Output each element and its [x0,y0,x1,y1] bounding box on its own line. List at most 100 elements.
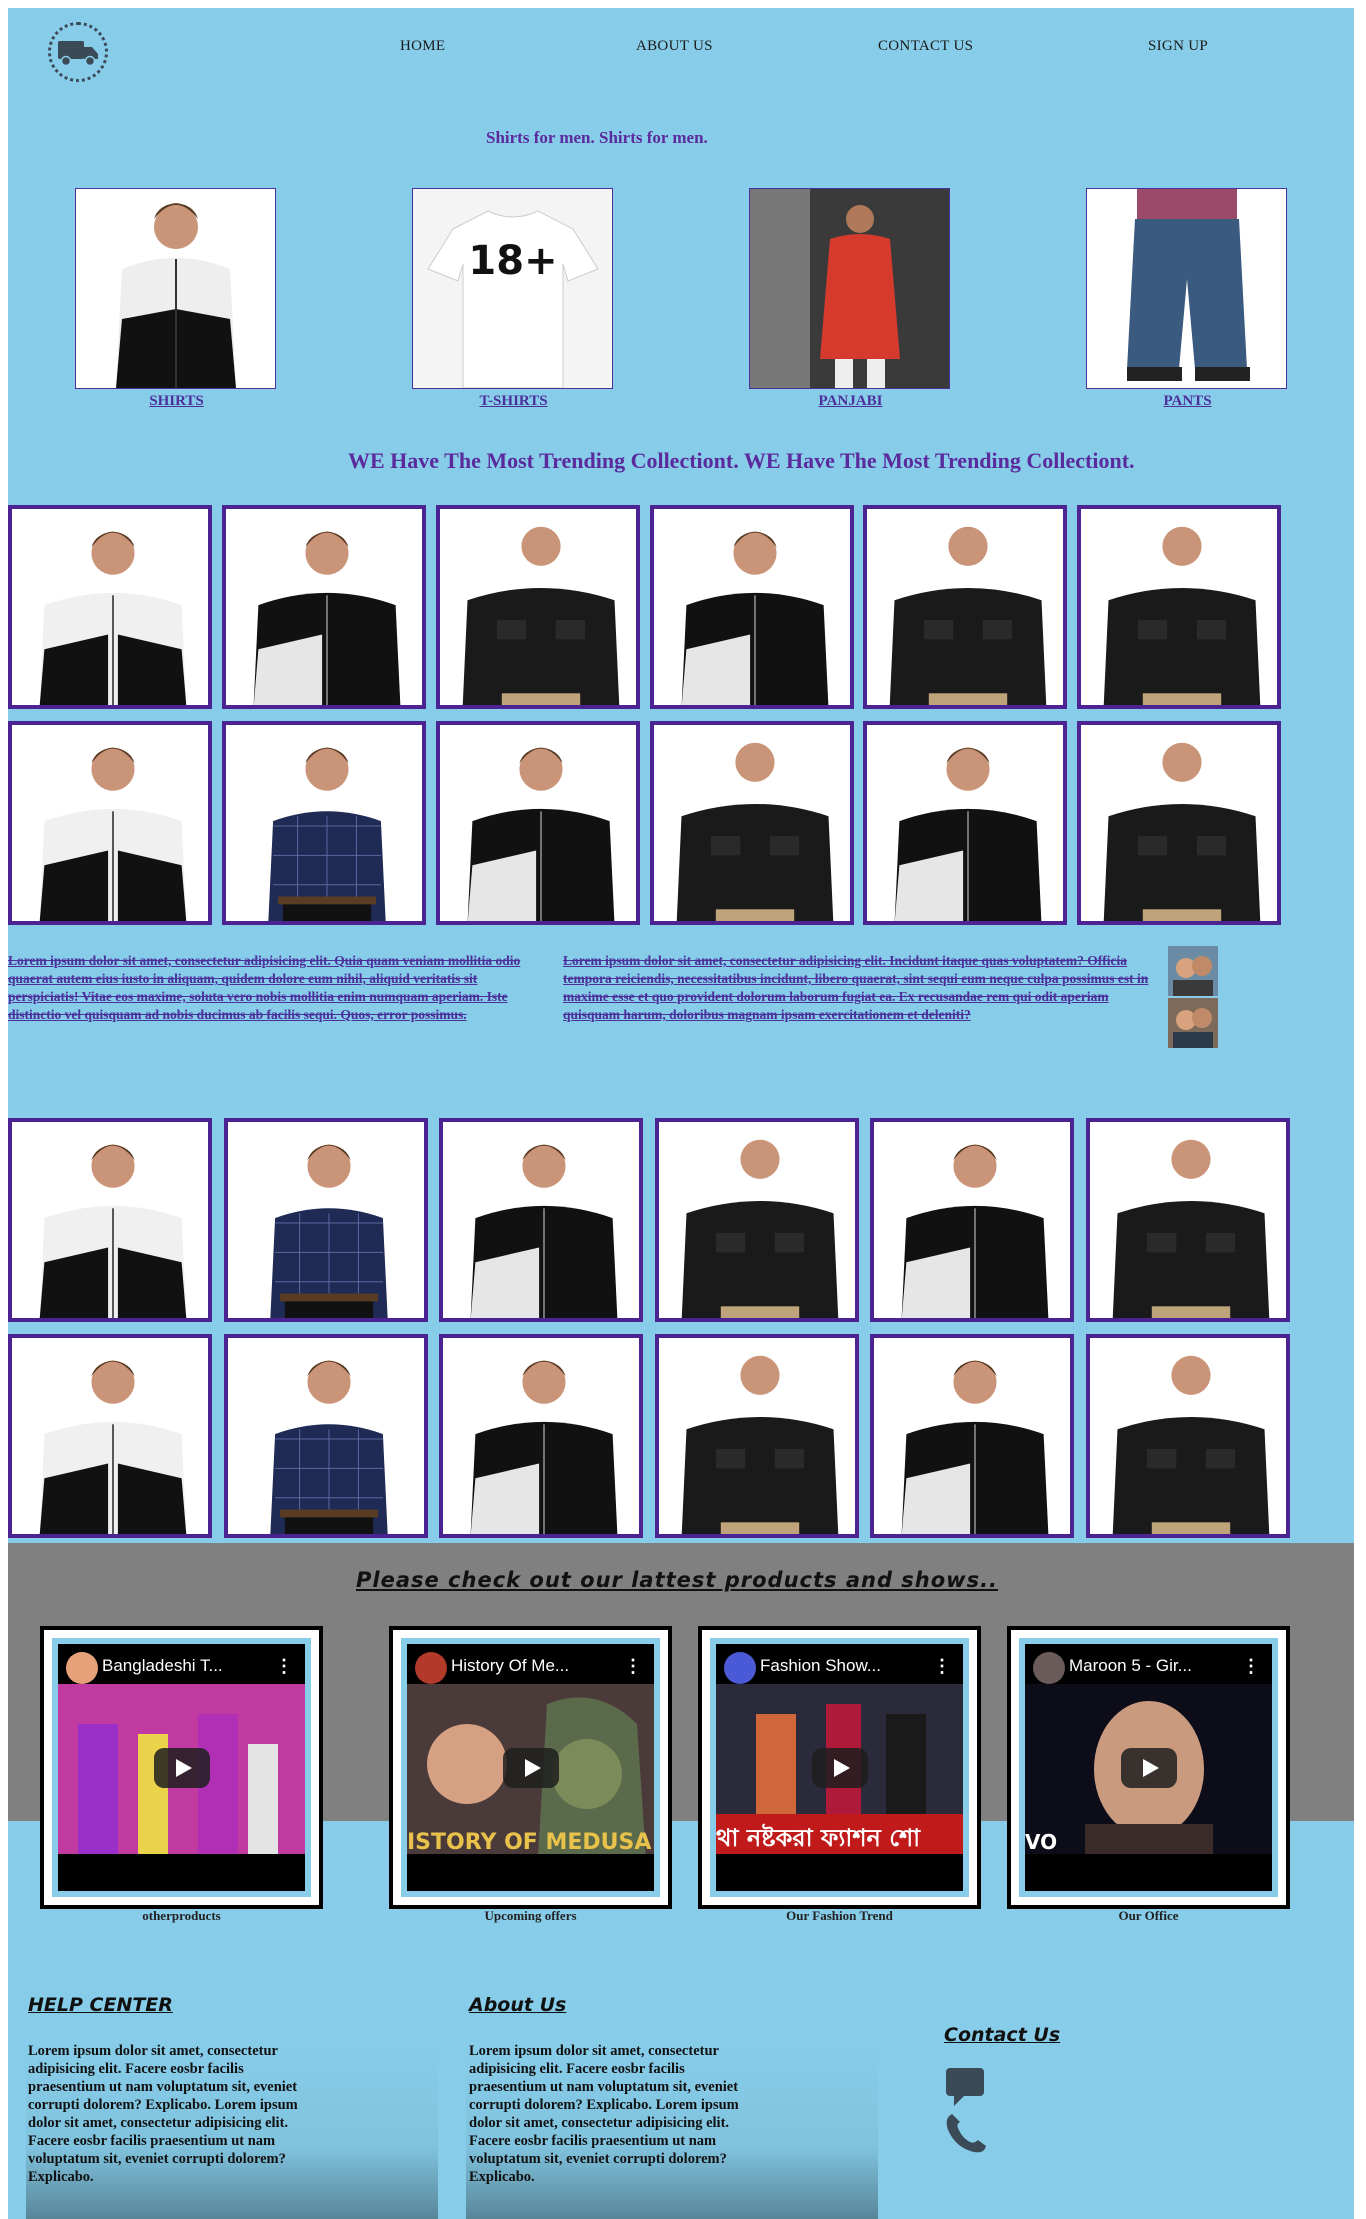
product-image[interactable] [231,1125,424,1318]
product-image[interactable] [877,1341,1070,1534]
product-tile[interactable] [1077,505,1281,709]
product-tile[interactable] [863,721,1067,925]
product-image[interactable] [15,1125,208,1318]
category-label[interactable]: T-SHIRTS [412,393,615,410]
collection-heading: WE Have The Most Trending Collectiont. W… [348,448,1135,473]
product-tile[interactable] [870,1334,1074,1538]
product-tile[interactable] [439,1118,643,1322]
video-overlay-text: ISTORY OF MEDUSA [407,1830,652,1855]
nav-contact-us[interactable]: CONTACT US [878,38,973,55]
product-image[interactable] [229,512,422,705]
chat-icon[interactable] [944,2066,986,2111]
nav-home[interactable]: HOME [400,38,445,55]
video-player[interactable]: Bangladeshi T... ⋮ [40,1626,323,1909]
help-center-title: HELP CENTER [28,1994,173,2016]
category-image[interactable] [1086,188,1287,389]
category-tshirts[interactable]: 18+ T-SHIRTS [412,188,615,410]
category-label[interactable]: PANJABI [749,393,952,410]
product-tile[interactable] [655,1334,859,1538]
channel-avatar[interactable] [1033,1652,1065,1684]
video-player[interactable]: Maroon 5 - Gir... ⋮ VO [1007,1626,1290,1909]
product-image[interactable] [229,728,422,921]
product-tile[interactable] [8,505,212,709]
about-us-title: About Us [469,1994,567,2016]
product-image[interactable] [231,1341,424,1534]
product-image[interactable] [443,728,636,921]
video-title[interactable]: Bangladeshi T... [102,1656,252,1676]
product-tile[interactable] [8,721,212,925]
product-tile[interactable] [870,1118,1074,1322]
play-icon[interactable] [502,1747,559,1788]
category-label[interactable]: PANTS [1086,393,1289,410]
product-image[interactable] [877,1125,1070,1318]
category-shirts[interactable]: SHIRTS [75,188,278,410]
more-icon[interactable]: ⋮ [933,1656,951,1677]
product-image[interactable] [657,728,850,921]
category-pants[interactable]: PANTS [1086,188,1289,410]
play-icon[interactable] [811,1747,868,1788]
product-image[interactable] [443,512,636,705]
product-tile[interactable] [1086,1334,1290,1538]
product-tile[interactable] [222,505,426,709]
product-tile[interactable] [439,1334,643,1538]
product-tile[interactable] [224,1118,428,1322]
category-image[interactable] [749,188,950,389]
category-image[interactable] [75,188,276,389]
lorem-left[interactable]: Lorem ipsum dolor sit amet, consectetur … [8,952,548,1024]
product-image[interactable] [1093,1125,1286,1318]
category-label[interactable]: SHIRTS [75,393,278,410]
channel-avatar[interactable] [415,1652,447,1684]
video-overlay-text: VO [1025,1830,1058,1854]
channel-avatar[interactable] [724,1652,756,1684]
product-image[interactable] [1084,512,1277,705]
product-tile[interactable] [436,505,640,709]
product-tile[interactable] [1077,721,1281,925]
lorem-right[interactable]: Lorem ipsum dolor sit amet, consectetur … [563,952,1153,1024]
truck-icon[interactable] [48,22,108,82]
play-icon[interactable] [1120,1747,1177,1788]
product-tile[interactable] [650,505,854,709]
product-image[interactable] [446,1341,639,1534]
product-image[interactable] [1084,728,1277,921]
video-caption: Our Office [1118,1908,1179,1923]
product-image[interactable] [662,1341,855,1534]
channel-avatar[interactable] [66,1652,98,1684]
product-tile[interactable] [224,1334,428,1538]
video-player[interactable]: Fashion Show... ⋮ থা নষ্টকরা ফ্যাশন শো [698,1626,981,1909]
product-tile[interactable] [863,505,1067,709]
nav-about-us[interactable]: ABOUT US [636,38,713,55]
product-tile[interactable] [650,721,854,925]
product-tile[interactable] [436,721,640,925]
more-icon[interactable]: ⋮ [275,1656,293,1677]
product-tile[interactable] [1086,1118,1290,1322]
video-title[interactable]: Maroon 5 - Gir... [1069,1656,1219,1676]
video-screen[interactable]: Bangladeshi T... ⋮ [58,1644,305,1891]
product-image[interactable] [662,1125,855,1318]
product-image[interactable] [15,1341,208,1534]
product-tile[interactable] [655,1118,859,1322]
product-tile[interactable] [8,1118,212,1322]
video-screen[interactable]: Maroon 5 - Gir... ⋮ VO [1025,1644,1272,1891]
product-image[interactable] [15,512,208,705]
help-center-text: Lorem ipsum dolor sit amet, consectetur … [28,2043,298,2185]
product-tile[interactable] [8,1334,212,1538]
product-image[interactable] [1093,1341,1286,1534]
video-player[interactable]: History Of Me... ⋮ ISTORY OF MEDUSA [389,1626,672,1909]
video-screen[interactable]: History Of Me... ⋮ ISTORY OF MEDUSA [407,1644,654,1891]
product-image[interactable] [446,1125,639,1318]
category-panjabi[interactable]: PANJABI [749,188,952,410]
product-image[interactable] [870,512,1063,705]
video-title[interactable]: History Of Me... [451,1656,601,1676]
product-image[interactable] [15,728,208,921]
video-title[interactable]: Fashion Show... [760,1656,910,1676]
more-icon[interactable]: ⋮ [1242,1656,1260,1677]
video-screen[interactable]: Fashion Show... ⋮ থা নষ্টকরা ফ্যাশন শো [716,1644,963,1891]
product-tile[interactable] [222,721,426,925]
product-image[interactable] [870,728,1063,921]
category-image[interactable]: 18+ [412,188,613,389]
more-icon[interactable]: ⋮ [624,1656,642,1677]
product-image[interactable] [657,512,850,705]
nav-sign-up[interactable]: SIGN UP [1148,38,1208,55]
phone-icon[interactable] [944,2110,986,2159]
play-icon[interactable] [153,1747,210,1788]
